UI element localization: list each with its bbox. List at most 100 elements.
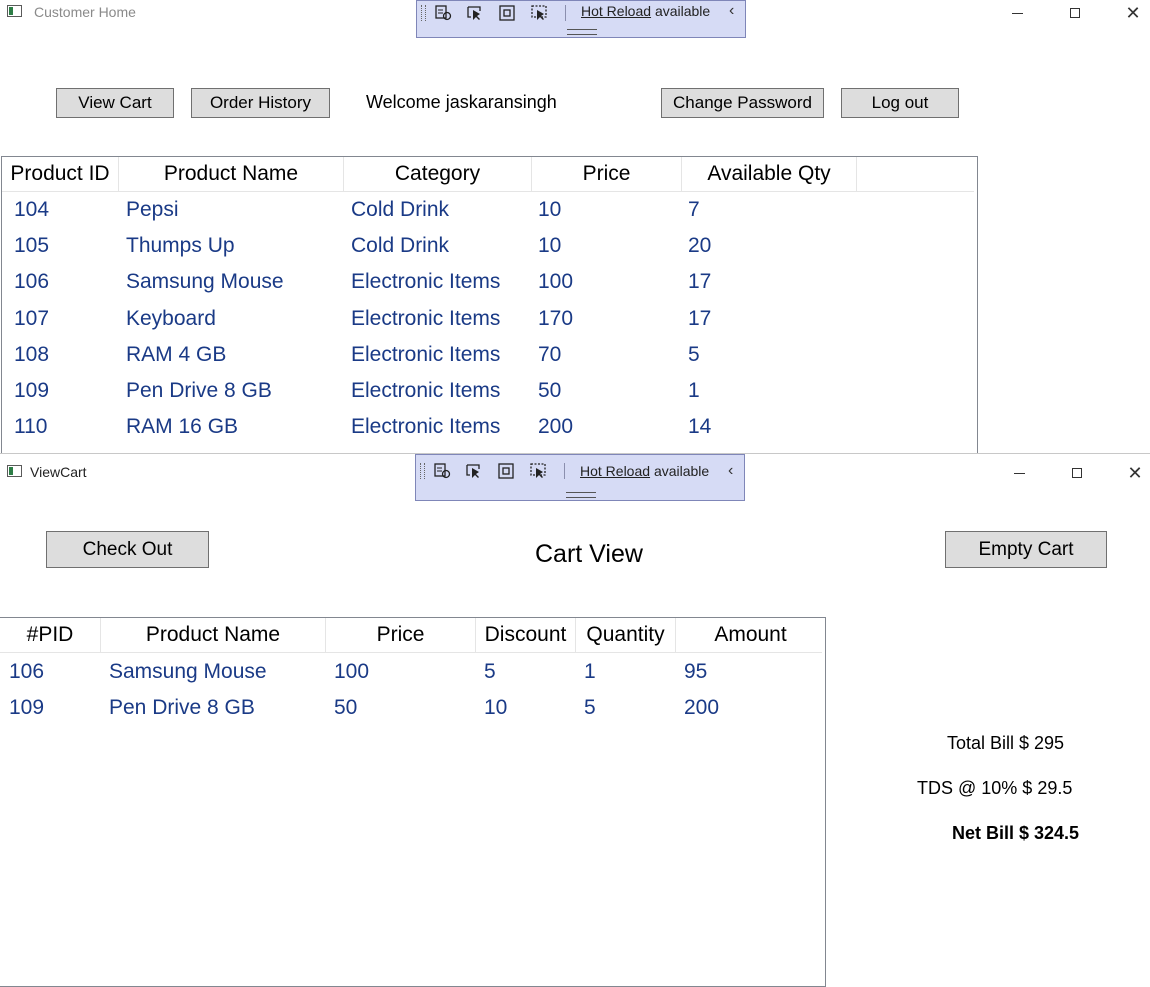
cell-available-qty: 5: [688, 342, 700, 366]
column-header-price[interactable]: Price: [326, 618, 476, 652]
table-row[interactable]: 110 RAM 16 GB Electronic Items 200 14: [2, 409, 977, 445]
toolbar-handle-icon[interactable]: [567, 29, 597, 35]
hot-reload-link[interactable]: Hot Reload: [581, 3, 651, 19]
track-focus-button[interactable]: [529, 4, 549, 22]
table-row[interactable]: 105 Thumps Up Cold Drink 10 20: [2, 228, 977, 264]
welcome-label: Welcome jaskaransingh: [366, 92, 557, 112]
cell-price: 70: [538, 342, 562, 366]
view-cart-button[interactable]: View Cart: [56, 88, 174, 118]
cell-price: 170: [538, 306, 574, 330]
cell-product-id: 109: [14, 379, 50, 402]
select-element-button[interactable]: [465, 4, 485, 22]
select-element-button[interactable]: [464, 462, 484, 480]
table-row[interactable]: 109 Pen Drive 8 GB 50 10 5 200: [0, 690, 825, 726]
toolbar-separator: [565, 5, 566, 21]
column-header-price[interactable]: Price: [532, 157, 682, 191]
cell-product-name: Samsung Mouse: [109, 660, 267, 683]
column-header-product-id[interactable]: Product ID: [2, 157, 119, 191]
cell-available-qty: 1: [688, 379, 700, 402]
cell-product-id: 110: [14, 415, 48, 439]
cell-product-name: Samsung Mouse: [126, 270, 284, 294]
cell-category: Cold Drink: [351, 198, 450, 221]
cell-category: Cold Drink: [351, 234, 450, 258]
maximize-button[interactable]: [1048, 460, 1106, 486]
cell-product-id: 106: [14, 270, 50, 294]
minimize-button[interactable]: [990, 460, 1048, 486]
track-focus-icon: [530, 463, 546, 478]
products-grid[interactable]: Product ID Product Name Category Price A…: [1, 156, 978, 456]
net-bill-label: Net Bill $ 324.5: [952, 823, 1080, 843]
display-layout-adorners-button[interactable]: [496, 462, 516, 480]
minimize-icon: [1013, 472, 1025, 474]
visual-tree-button[interactable]: [433, 4, 453, 22]
cell-quantity: 5: [584, 696, 596, 720]
check-out-button[interactable]: Check Out: [46, 531, 209, 568]
cell-available-qty: 17: [688, 306, 712, 330]
customer-home-window: Customer Home ✕ Hot Reload available ‹ V…: [0, 0, 1150, 456]
tds-label: TDS @ 10% $ 29.5: [917, 778, 1073, 798]
grid-header: Product ID Product Name Category Price A…: [2, 157, 974, 192]
column-header-product-name[interactable]: Product Name: [101, 618, 326, 652]
column-header-category[interactable]: Category: [344, 157, 532, 191]
cell-price: 100: [334, 660, 370, 683]
cell-category: Electronic Items: [351, 379, 501, 402]
track-focus-button[interactable]: [528, 462, 548, 480]
change-password-button[interactable]: Change Password: [661, 88, 824, 118]
close-button[interactable]: ✕: [1106, 460, 1150, 486]
cell-available-qty: 20: [688, 234, 712, 258]
column-header-pid[interactable]: #PID: [0, 618, 101, 652]
column-header-amount[interactable]: Amount: [676, 618, 825, 652]
cell-pid: 106: [9, 660, 45, 683]
hot-reload-toolbar: Hot Reload available ‹: [416, 0, 746, 38]
cell-category: Electronic Items: [351, 270, 501, 294]
cell-product-id: 108: [14, 342, 50, 366]
hot-reload-toolbar: Hot Reload available ‹: [415, 454, 745, 501]
table-row[interactable]: 107 Keyboard Electronic Items 170 17: [2, 301, 977, 337]
hot-reload-status: Hot Reload available: [580, 463, 709, 479]
display-layout-adorners-button[interactable]: [497, 4, 517, 22]
visual-tree-button[interactable]: [432, 462, 452, 480]
cell-category: Electronic Items: [351, 306, 501, 330]
empty-cart-button[interactable]: Empty Cart: [945, 531, 1107, 568]
chevron-left-icon[interactable]: ‹: [729, 2, 734, 20]
toolbar-handle-icon[interactable]: [566, 492, 596, 498]
table-row[interactable]: 109 Pen Drive 8 GB Electronic Items 50 1: [2, 373, 977, 409]
column-header-product-name[interactable]: Product Name: [119, 157, 344, 191]
track-focus-icon: [531, 5, 547, 20]
minimize-button[interactable]: [988, 0, 1046, 26]
table-row[interactable]: 106 Samsung Mouse Electronic Items 100 17: [2, 264, 977, 300]
cell-price: 50: [538, 379, 562, 402]
select-element-icon: [467, 6, 481, 20]
cell-available-qty: 7: [688, 198, 700, 221]
window-title: Customer Home: [34, 4, 136, 20]
cell-product-name: Pepsi: [126, 198, 179, 221]
column-header-quantity[interactable]: Quantity: [576, 618, 676, 652]
cart-grid[interactable]: #PID Product Name Price Discount Quantit…: [0, 617, 826, 987]
chevron-left-icon[interactable]: ‹: [728, 462, 733, 480]
log-out-button[interactable]: Log out: [841, 88, 959, 118]
maximize-button[interactable]: [1046, 0, 1104, 26]
close-button[interactable]: ✕: [1104, 0, 1150, 26]
cell-price: 10: [538, 234, 562, 258]
maximize-icon: [1070, 8, 1080, 18]
total-bill-label: Total Bill $ 295: [947, 733, 1065, 753]
cell-category: Electronic Items: [351, 342, 501, 366]
table-row[interactable]: 108 RAM 4 GB Electronic Items 70 5: [2, 337, 977, 373]
visual-tree-icon: [434, 463, 451, 479]
table-row[interactable]: 104 Pepsi Cold Drink 10 7: [2, 192, 977, 228]
cell-price: 10: [538, 198, 562, 221]
cell-product-name: RAM 4 GB: [126, 342, 227, 366]
toolbar-grip-icon[interactable]: [421, 5, 426, 21]
cell-product-id: 104: [14, 198, 50, 221]
hot-reload-link[interactable]: Hot Reload: [580, 463, 650, 479]
cell-price: 100: [538, 270, 574, 294]
cell-product-id: 107: [14, 306, 50, 330]
toolbar-grip-icon[interactable]: [420, 463, 425, 479]
column-header-discount[interactable]: Discount: [476, 618, 576, 652]
close-icon: ✕: [1125, 3, 1141, 23]
table-row[interactable]: 106 Samsung Mouse 100 5 1 95: [0, 654, 825, 690]
order-history-button[interactable]: Order History: [191, 88, 330, 118]
cart-view-heading: Cart View: [535, 540, 643, 568]
cell-product-name: RAM 16 GB: [126, 415, 239, 439]
column-header-available-qty[interactable]: Available Qty: [682, 157, 857, 191]
